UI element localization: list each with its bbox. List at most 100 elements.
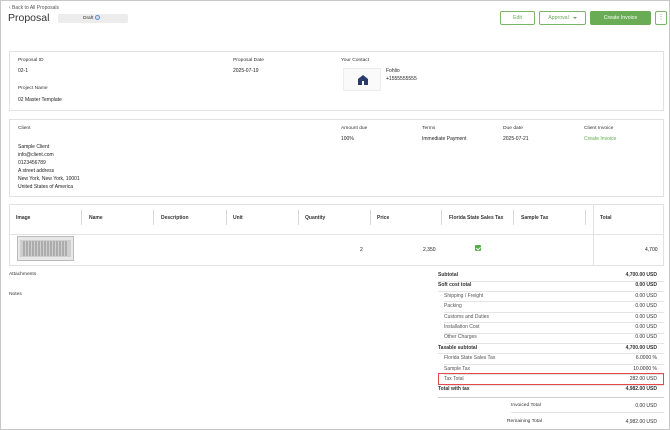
remaining-total-label: Remaining Total [507,419,542,424]
summary-label: Customs and Duties [444,313,490,320]
house-icon [358,75,368,85]
summary-label: Taxable subtotal [438,344,478,351]
approval-label: Approval [548,15,569,21]
more-options-button[interactable]: ⋮ [655,11,667,25]
column-separator [226,210,227,225]
page-title: Proposal [8,12,50,24]
due-date-value: 2025-07-21 [503,136,529,142]
proposal-id-label: Proposal ID [18,58,44,63]
column-separator [370,210,371,225]
line-items-table [9,204,664,266]
column-separator [513,210,514,225]
column-header-sample-tax[interactable]: Sample Tax [521,215,548,221]
notes-heading[interactable]: Notes [9,292,22,297]
terms-label: Terms [422,126,436,131]
project-name-label: Project Name [18,86,48,91]
column-separator [585,210,586,225]
column-separator [441,210,442,225]
column-header-image[interactable]: Image [16,215,30,221]
proposal-date-label: Proposal Date [233,58,264,63]
summary-label: Florida State Sales Tax [444,355,496,362]
status-badge: Draft i [58,14,128,23]
back-to-proposals-link[interactable]: ‹ Back to All Proposals [9,5,59,11]
summary-value: 4,700.00 USD [625,344,657,351]
summary-value: 0.00 USD [635,324,657,330]
summary-row-divider [444,332,664,334]
summary-label: Other Charges [444,334,477,341]
invoiced-divider [511,412,664,413]
proposal-id-value: 02-1 [18,68,29,74]
total-column-divider [593,205,594,265]
client-info-card [9,119,664,197]
edit-button[interactable]: Edit [500,11,535,25]
table-header-divider [10,234,663,235]
contact-name: Fohlio [386,68,400,74]
create-invoice-link[interactable]: Create Invoice [584,136,616,142]
client-label: Client [18,126,31,131]
summary-row-divider [438,280,664,282]
summary-label: Sample Tax [444,365,471,372]
terms-value: Immediate Payment [422,136,467,142]
summary-value: 0.00 USD [635,292,657,299]
client-invoice-label: Client Invoice [584,126,614,131]
summary-value: 4,700.00 USD [625,272,657,278]
create-invoice-button[interactable]: Create Invoice [590,11,651,25]
summary-value: 0.00 USD [635,313,657,320]
summary-value: 10.0000 % [633,365,657,372]
approval-dropdown-button[interactable]: Approval [539,11,586,25]
attachments-heading[interactable]: Attachments [9,272,36,277]
invoiced-total-value: 0.00 USD [635,403,657,409]
info-icon[interactable]: i [95,15,101,21]
proposal-date-value: 2025-07-19 [233,68,259,74]
column-header-unit[interactable]: Unit [233,215,243,221]
summary-value: 4,982.00 USD [625,386,657,393]
client-phone: 0123456789 [18,160,46,166]
client-city: New York, New York, 10001 [18,176,80,182]
client-email: info@client.com [18,152,54,158]
contact-phone: +1555555555 [386,76,417,82]
summary-label: Subtotal [438,272,458,278]
remaining-total-value: 4,982.00 USD [625,419,657,425]
proposal-info-card [9,51,664,111]
summary-row-divider [444,363,664,365]
column-header-description[interactable]: Description [161,215,189,221]
product-thumbnail [20,240,71,257]
product-image[interactable] [17,236,74,261]
column-header-name[interactable]: Name [89,215,103,221]
chevron-down-icon [572,16,577,19]
summary-label: Installation Cost [444,324,480,330]
summary-label: Total with tax [438,386,470,393]
client-country: United States of America [18,184,74,190]
column-header-florida-tax[interactable]: Florida State Sales Tax [449,215,503,221]
summary-label: Soft cost total [438,282,472,289]
summary-row-divider [444,301,664,303]
invoiced-total-label: Invoiced Total [511,403,541,408]
amount-due-label: Amount due [341,126,368,131]
summary-value: 0.00 USD [635,282,657,289]
column-separator [298,210,299,225]
summary-value: 0.00 USD [635,303,657,310]
your-contact-label: Your Contact [341,58,370,63]
summary-divider [438,397,664,398]
summary-value: 0.00 USD [635,334,657,341]
status-label: Draft [83,16,94,21]
florida-tax-checkbox[interactable] [475,245,481,251]
column-header-price[interactable]: Price [377,215,389,221]
due-date-label: Due date [503,126,523,131]
client-name: Sample Client [18,144,50,150]
project-name-value: 02 Master Template [18,97,62,103]
column-separator [153,210,154,225]
client-street: A street address [18,168,55,174]
row-quantity: 2 [360,247,363,253]
proposal-page: ‹ Back to All Proposals Proposal Draft i … [0,0,670,430]
company-logo [343,68,381,91]
row-price: 2,350 [423,247,436,253]
tax-total-highlight [438,373,664,385]
column-header-total[interactable]: Total [600,215,612,221]
summary-value: 6.0000 % [635,355,657,362]
column-separator [81,210,82,225]
summary-label: Shipping / Freight [444,292,484,299]
column-header-quantity[interactable]: Quantity [305,215,325,221]
summary-label: Packing [444,303,462,310]
row-total: 4,700 [645,247,658,253]
